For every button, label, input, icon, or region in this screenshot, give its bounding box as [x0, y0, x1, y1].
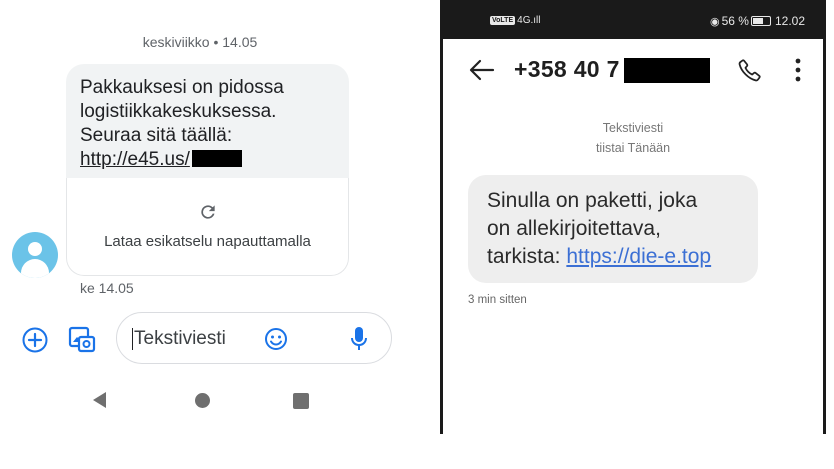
message-text: Pakkauksesi on pidossa logistiikkakeskuk… [66, 64, 349, 172]
date-header: keskiviikko • 14.05 [142, 34, 258, 50]
message-bubble[interactable]: Pakkauksesi on pidossa logistiikkakeskuk… [66, 64, 349, 276]
message-link-line: tarkista: https://die-e.top [487, 243, 739, 271]
avatar-body [21, 259, 49, 278]
android-nav-bar [0, 385, 420, 415]
signal-icon: 4G.ıll [517, 15, 541, 26]
message-link[interactable]: http://e45.us/ [80, 149, 190, 170]
preview-label: Lataa esikatselu napauttamalla [104, 233, 311, 250]
status-bar: VoLTE 4G.ıll ◉ 56 % 12.02 [443, 3, 823, 39]
message-timestamp: 3 min sitten [468, 294, 527, 306]
message-input[interactable]: Tekstiviesti [116, 312, 392, 364]
conversation-header: +358 40 7 [443, 39, 823, 103]
phone-icon[interactable] [737, 57, 763, 83]
compose-bar: Tekstiviesti [0, 310, 420, 366]
message-line-prefix: tarkista: [487, 245, 567, 268]
eye-icon: ◉ [710, 16, 720, 28]
nav-back-icon[interactable] [93, 392, 106, 408]
volte-badge: VoLTE [490, 16, 516, 25]
status-time: 12.02 [774, 14, 805, 28]
reload-icon[interactable] [198, 202, 218, 222]
sms-label: Tekstiviesti [602, 121, 664, 135]
add-icon[interactable] [22, 327, 48, 353]
message-line: on allekirjoitettava, [487, 217, 661, 240]
gallery-icon[interactable] [66, 323, 98, 355]
message-line: logistiikkakeskuksessa. [80, 101, 277, 122]
message-line: Sinulla on paketti, joka [487, 189, 698, 212]
message-link-line: http://e45.us/ [80, 148, 335, 172]
avatar-head [28, 242, 42, 256]
message-bubble[interactable]: Sinulla on paketti, joka on allekirjoite… [468, 175, 758, 283]
nav-recents-icon[interactable] [293, 393, 309, 409]
avatar-icon[interactable] [12, 232, 58, 278]
message-timestamp: ke 14.05 [80, 280, 134, 296]
day-label: tiistai Tänään [595, 141, 671, 155]
status-right: ◉ 56 % 12.02 [710, 14, 805, 28]
message-link[interactable]: https://die-e.top [566, 245, 711, 268]
message-line: Seuraa sitä täällä: [80, 125, 233, 146]
left-phone-screenshot: keskiviikko • 14.05 Pakkauksesi on pidos… [0, 0, 420, 469]
redaction-bar [624, 58, 710, 83]
mic-icon[interactable] [349, 325, 369, 353]
battery-percent: 56 % [721, 14, 749, 28]
status-left: VoLTE 4G.ıll [490, 15, 540, 26]
more-vert-icon[interactable] [794, 57, 802, 83]
right-phone-screenshot: VoLTE 4G.ıll ◉ 56 % 12.02 +358 40 7 Tekstiv… [440, 0, 826, 434]
text-caret [132, 328, 133, 350]
message-line: Pakkauksesi on pidossa [80, 77, 284, 98]
redaction-bar [191, 150, 242, 167]
emoji-icon[interactable] [264, 327, 288, 351]
battery-icon [750, 16, 771, 26]
message-input-placeholder: Tekstiviesti [134, 328, 226, 349]
nav-home-icon[interactable] [195, 393, 210, 408]
back-arrow-icon[interactable] [469, 59, 495, 81]
link-preview[interactable]: Lataa esikatselu napauttamalla [66, 178, 349, 276]
contact-number: +358 40 7 [514, 56, 620, 82]
